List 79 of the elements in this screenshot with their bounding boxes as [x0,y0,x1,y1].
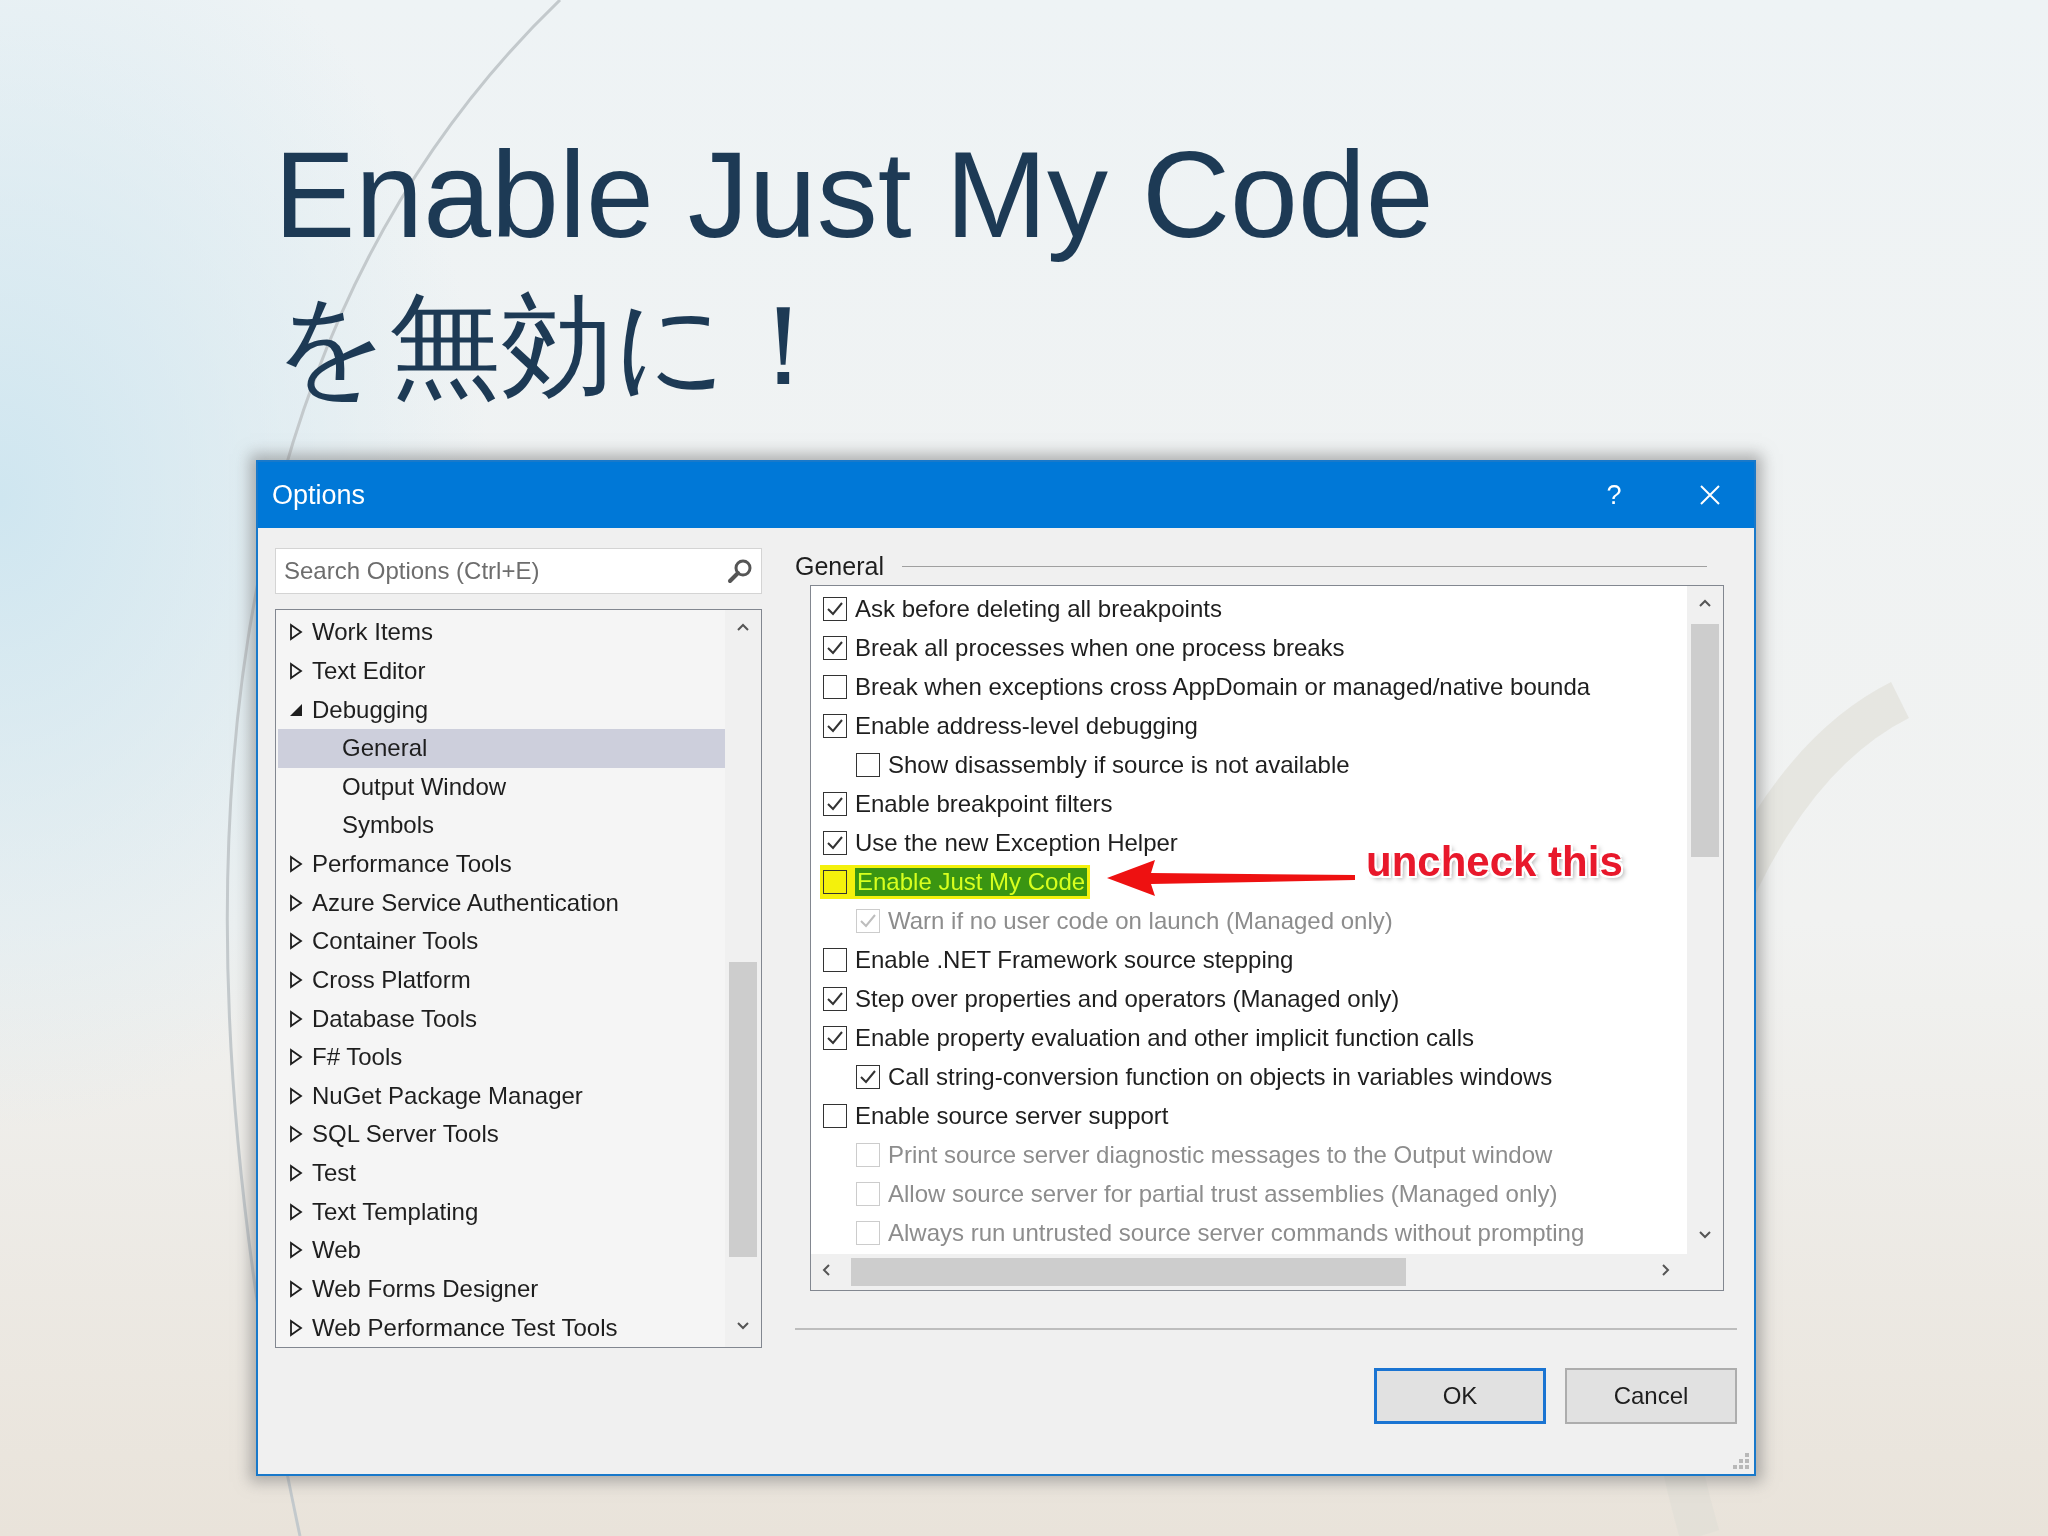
checkbox[interactable] [823,947,847,972]
checkbox[interactable] [823,1025,847,1050]
setting-label: Always run untrusted source server commands without prompting [888,1218,1585,1247]
checkbox[interactable] [823,635,847,660]
setting-label: Enable breakpoint filters [855,789,1113,818]
checkbox[interactable] [823,674,847,699]
collapsed-triangle-icon[interactable] [288,970,304,989]
tree-item[interactable]: Web Forms Designer [312,1274,539,1303]
checkbox[interactable] [823,830,847,855]
tree-item[interactable]: Performance Tools [312,850,512,879]
setting-label: Enable source server support [855,1101,1169,1130]
help-button[interactable]: ? [1584,470,1644,520]
section-title: General [795,551,884,581]
resize-grip-icon[interactable] [1732,1452,1750,1470]
tree-item[interactable]: Test [312,1159,356,1188]
checkbox[interactable] [823,596,847,621]
close-icon [1698,483,1722,507]
tree-item[interactable]: Work Items [312,618,433,647]
checkbox[interactable] [823,869,847,894]
checkbox[interactable] [823,1103,847,1128]
collapsed-triangle-icon[interactable] [288,893,304,912]
tree-item[interactable]: Text Editor [312,656,426,685]
setting-label: Warn if no user code on launch (Managed only) [888,906,1393,935]
collapsed-triangle-icon[interactable] [288,1125,304,1144]
tree-item[interactable]: Azure Service Authentication [312,888,619,917]
tree-item[interactable]: Container Tools [312,927,479,956]
setting-label: Ask before deleting all breakpoints [855,594,1222,623]
setting-label: Enable property evaluation and other implicit function calls [855,1023,1475,1052]
tree-item[interactable]: Text Templating [312,1197,479,1226]
collapsed-triangle-icon[interactable] [288,1009,304,1028]
setting-label: Enable address-level debugging [855,711,1198,740]
checkbox[interactable] [823,791,847,816]
tree-item[interactable]: Database Tools [312,1004,477,1033]
collapsed-triangle-icon[interactable] [288,855,304,874]
collapsed-triangle-icon[interactable] [288,661,304,680]
annotation-text: uncheck this [1366,838,1623,886]
setting-label: Break all processes when one process breaks [855,633,1345,662]
tree-item[interactable]: F# Tools [312,1043,403,1072]
collapsed-triangle-icon[interactable] [288,1318,304,1337]
collapsed-triangle-icon[interactable] [288,1279,304,1298]
setting-label: Allow source server for partial trust assemblies (Managed only) [888,1179,1558,1208]
search-icon[interactable] [726,557,754,585]
tree-item[interactable]: Debugging [312,695,429,724]
setting-label: Show disassembly if source is not available [888,750,1350,779]
checkbox[interactable] [856,1064,880,1089]
dialog-button[interactable]: Cancel [1565,1368,1737,1424]
tree-item[interactable]: General [342,734,428,763]
collapsed-triangle-icon[interactable] [288,1048,304,1067]
collapsed-triangle-icon[interactable] [288,1241,304,1260]
scrollbar[interactable] [811,1254,1723,1290]
scrollbar[interactable] [1687,586,1723,1254]
checkbox[interactable] [823,986,847,1011]
search-field[interactable]: Search Options (Ctrl+E) [275,548,762,594]
collapsed-triangle-icon[interactable] [288,623,304,642]
tree-item[interactable]: SQL Server Tools [312,1120,499,1149]
setting-label: Break when exceptions cross AppDomain or managed/native bounda [855,672,1591,701]
tree-item[interactable]: NuGet Package Manager [312,1081,583,1110]
dialog-button[interactable]: OK [1374,1368,1546,1424]
collapsed-triangle-icon[interactable] [288,1164,304,1183]
setting-label: Print source server diagnostic messages to the Output window [888,1140,1553,1169]
setting-label: Enable Just My Code [855,867,1088,896]
dialog-title: Options [272,479,367,511]
tree-item[interactable]: Web Performance Test Tools [312,1313,618,1342]
tree-item[interactable]: Output Window [342,772,507,801]
slide-title: Enable Just My Code [273,126,1435,265]
checkbox[interactable] [856,752,880,777]
collapsed-triangle-icon[interactable] [288,932,304,951]
tree-item[interactable]: Web [312,1236,361,1265]
setting-label: Enable .NET Framework source stepping [855,945,1294,974]
collapsed-triangle-icon[interactable] [288,1086,304,1105]
checkbox[interactable] [823,713,847,738]
setting-label: Call string-conversion function on objects in variables windows [888,1062,1553,1091]
tree-item[interactable]: Cross Platform [312,965,471,994]
collapsed-triangle-icon[interactable] [288,1202,304,1221]
setting-label: Step over properties and operators (Managed only) [855,984,1400,1013]
scrollbar[interactable] [725,610,761,1347]
tree-item[interactable]: Symbols [342,811,435,840]
setting-label: Use the new Exception Helper [855,828,1178,857]
slide-title: を無効に！ [273,279,841,412]
